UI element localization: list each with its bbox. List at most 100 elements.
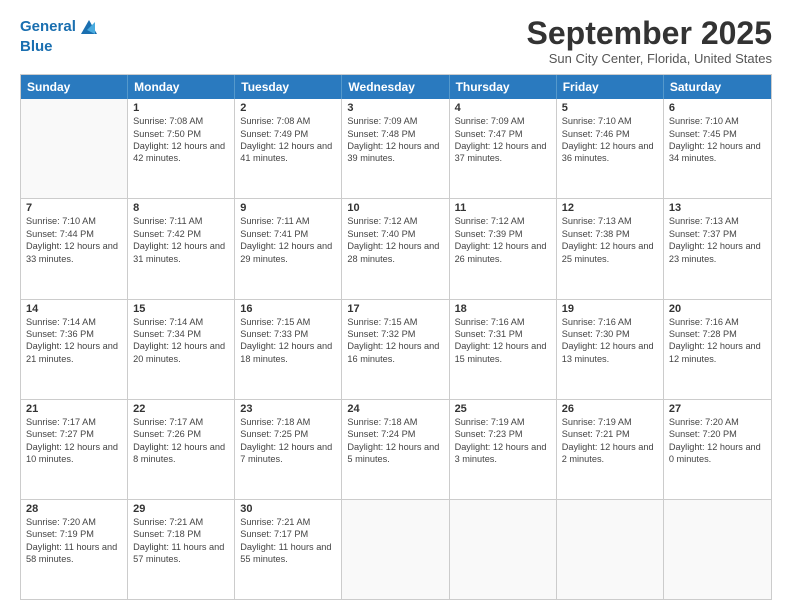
sunset-line: Sunset: 7:45 PM: [669, 128, 766, 140]
day-number: 24: [347, 403, 443, 415]
sunset-line: Sunset: 7:26 PM: [133, 428, 229, 440]
logo: General Blue: [20, 16, 99, 55]
daylight-line: Daylight: 12 hours and 13 minutes.: [562, 340, 658, 365]
daylight-line: Daylight: 12 hours and 39 minutes.: [347, 140, 443, 165]
sunrise-line: Sunrise: 7:18 AM: [347, 416, 443, 428]
daylight-line: Daylight: 11 hours and 57 minutes.: [133, 541, 229, 566]
day-number: 29: [133, 503, 229, 515]
day-number: 18: [455, 303, 551, 315]
sunset-line: Sunset: 7:34 PM: [133, 328, 229, 340]
daylight-line: Daylight: 12 hours and 31 minutes.: [133, 240, 229, 265]
cal-cell-17-w2: 17Sunrise: 7:15 AMSunset: 7:32 PMDayligh…: [342, 300, 449, 399]
sunrise-line: Sunrise: 7:21 AM: [240, 516, 336, 528]
sunrise-line: Sunrise: 7:09 AM: [347, 115, 443, 127]
sunrise-line: Sunrise: 7:20 AM: [26, 516, 122, 528]
day-number: 19: [562, 303, 658, 315]
sunset-line: Sunset: 7:47 PM: [455, 128, 551, 140]
sunrise-line: Sunrise: 7:19 AM: [455, 416, 551, 428]
cal-cell-2-w0: 2Sunrise: 7:08 AMSunset: 7:49 PMDaylight…: [235, 99, 342, 198]
week-row-3: 14Sunrise: 7:14 AMSunset: 7:36 PMDayligh…: [21, 299, 771, 399]
header-sunday: Sunday: [21, 75, 128, 99]
sunrise-line: Sunrise: 7:15 AM: [347, 316, 443, 328]
sunrise-line: Sunrise: 7:13 AM: [562, 215, 658, 227]
cal-cell-20-w2: 20Sunrise: 7:16 AMSunset: 7:28 PMDayligh…: [664, 300, 771, 399]
sunrise-line: Sunrise: 7:10 AM: [26, 215, 122, 227]
cal-cell-13-w1: 13Sunrise: 7:13 AMSunset: 7:37 PMDayligh…: [664, 199, 771, 298]
week-row-5: 28Sunrise: 7:20 AMSunset: 7:19 PMDayligh…: [21, 499, 771, 599]
location: Sun City Center, Florida, United States: [527, 51, 772, 66]
sunset-line: Sunset: 7:23 PM: [455, 428, 551, 440]
day-number: 9: [240, 202, 336, 214]
header-saturday: Saturday: [664, 75, 771, 99]
page-header: General Blue September 2025 Sun City Cen…: [20, 16, 772, 66]
day-number: 11: [455, 202, 551, 214]
cal-cell-29-w4: 29Sunrise: 7:21 AMSunset: 7:18 PMDayligh…: [128, 500, 235, 599]
cal-cell-empty-w4: [450, 500, 557, 599]
sunrise-line: Sunrise: 7:16 AM: [455, 316, 551, 328]
day-number: 13: [669, 202, 766, 214]
cal-cell-empty-w4: [557, 500, 664, 599]
sunset-line: Sunset: 7:33 PM: [240, 328, 336, 340]
cal-cell-14-w2: 14Sunrise: 7:14 AMSunset: 7:36 PMDayligh…: [21, 300, 128, 399]
calendar-header: Sunday Monday Tuesday Wednesday Thursday…: [21, 75, 771, 99]
cal-cell-1-w0: 1Sunrise: 7:08 AMSunset: 7:50 PMDaylight…: [128, 99, 235, 198]
daylight-line: Daylight: 12 hours and 16 minutes.: [347, 340, 443, 365]
sunset-line: Sunset: 7:27 PM: [26, 428, 122, 440]
cal-cell-4-w0: 4Sunrise: 7:09 AMSunset: 7:47 PMDaylight…: [450, 99, 557, 198]
sunrise-line: Sunrise: 7:11 AM: [133, 215, 229, 227]
day-number: 12: [562, 202, 658, 214]
daylight-line: Daylight: 12 hours and 0 minutes.: [669, 441, 766, 466]
day-number: 15: [133, 303, 229, 315]
cal-cell-26-w3: 26Sunrise: 7:19 AMSunset: 7:21 PMDayligh…: [557, 400, 664, 499]
daylight-line: Daylight: 12 hours and 37 minutes.: [455, 140, 551, 165]
daylight-line: Daylight: 12 hours and 34 minutes.: [669, 140, 766, 165]
cal-cell-27-w3: 27Sunrise: 7:20 AMSunset: 7:20 PMDayligh…: [664, 400, 771, 499]
day-number: 8: [133, 202, 229, 214]
header-wednesday: Wednesday: [342, 75, 449, 99]
cal-cell-25-w3: 25Sunrise: 7:19 AMSunset: 7:23 PMDayligh…: [450, 400, 557, 499]
sunset-line: Sunset: 7:21 PM: [562, 428, 658, 440]
logo-icon: [77, 16, 99, 38]
header-monday: Monday: [128, 75, 235, 99]
cal-cell-18-w2: 18Sunrise: 7:16 AMSunset: 7:31 PMDayligh…: [450, 300, 557, 399]
sunset-line: Sunset: 7:31 PM: [455, 328, 551, 340]
daylight-line: Daylight: 12 hours and 28 minutes.: [347, 240, 443, 265]
daylight-line: Daylight: 12 hours and 23 minutes.: [669, 240, 766, 265]
daylight-line: Daylight: 12 hours and 18 minutes.: [240, 340, 336, 365]
sunset-line: Sunset: 7:32 PM: [347, 328, 443, 340]
calendar-body: 1Sunrise: 7:08 AMSunset: 7:50 PMDaylight…: [21, 99, 771, 599]
daylight-line: Daylight: 12 hours and 15 minutes.: [455, 340, 551, 365]
sunset-line: Sunset: 7:39 PM: [455, 228, 551, 240]
daylight-line: Daylight: 12 hours and 41 minutes.: [240, 140, 336, 165]
cal-cell-empty-w4: [342, 500, 449, 599]
sunset-line: Sunset: 7:48 PM: [347, 128, 443, 140]
sunrise-line: Sunrise: 7:08 AM: [133, 115, 229, 127]
day-number: 25: [455, 403, 551, 415]
week-row-4: 21Sunrise: 7:17 AMSunset: 7:27 PMDayligh…: [21, 399, 771, 499]
sunset-line: Sunset: 7:25 PM: [240, 428, 336, 440]
daylight-line: Daylight: 12 hours and 7 minutes.: [240, 441, 336, 466]
sunrise-line: Sunrise: 7:15 AM: [240, 316, 336, 328]
daylight-line: Daylight: 12 hours and 8 minutes.: [133, 441, 229, 466]
logo-blue: Blue: [20, 38, 99, 55]
sunrise-line: Sunrise: 7:21 AM: [133, 516, 229, 528]
daylight-line: Daylight: 12 hours and 33 minutes.: [26, 240, 122, 265]
header-thursday: Thursday: [450, 75, 557, 99]
daylight-line: Daylight: 12 hours and 2 minutes.: [562, 441, 658, 466]
sunset-line: Sunset: 7:17 PM: [240, 528, 336, 540]
cal-cell-24-w3: 24Sunrise: 7:18 AMSunset: 7:24 PMDayligh…: [342, 400, 449, 499]
sunrise-line: Sunrise: 7:13 AM: [669, 215, 766, 227]
day-number: 16: [240, 303, 336, 315]
sunrise-line: Sunrise: 7:09 AM: [455, 115, 551, 127]
week-row-1: 1Sunrise: 7:08 AMSunset: 7:50 PMDaylight…: [21, 99, 771, 198]
sunrise-line: Sunrise: 7:11 AM: [240, 215, 336, 227]
day-number: 22: [133, 403, 229, 415]
sunset-line: Sunset: 7:38 PM: [562, 228, 658, 240]
day-number: 10: [347, 202, 443, 214]
day-number: 1: [133, 102, 229, 114]
daylight-line: Daylight: 12 hours and 42 minutes.: [133, 140, 229, 165]
day-number: 23: [240, 403, 336, 415]
calendar: Sunday Monday Tuesday Wednesday Thursday…: [20, 74, 772, 600]
sunrise-line: Sunrise: 7:14 AM: [133, 316, 229, 328]
header-tuesday: Tuesday: [235, 75, 342, 99]
